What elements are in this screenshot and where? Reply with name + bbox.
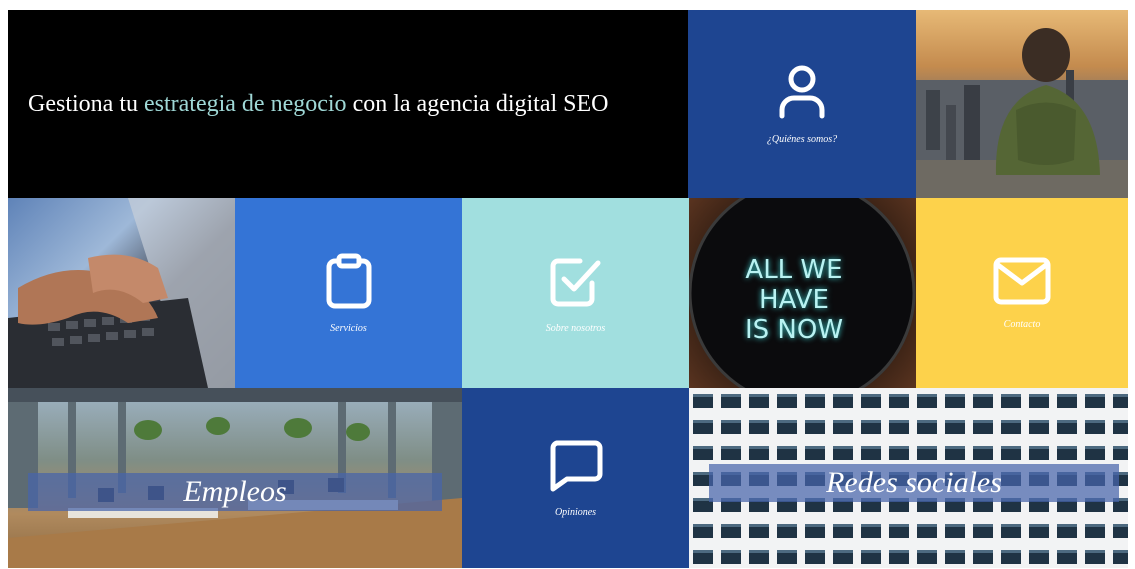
mail-icon [993,257,1051,305]
redes-caption-bar: Redes sociales [709,464,1119,502]
clipboard-icon [324,253,374,309]
man-cityscape-photo [916,10,1128,198]
tile-label-contacto: Contacto [1003,318,1041,330]
laptop-typing-photo [8,198,235,388]
tile-label-servicios: Servicios [330,322,367,334]
user-icon [777,64,827,120]
tile-contacto[interactable]: Contacto [916,198,1128,388]
tile-grid: Gestiona tu estrategia de negocio con la… [8,10,1128,568]
checkbox-icon [548,253,604,309]
laptop-typing-illustration [8,198,235,388]
neon-line-3: IS NOW [745,315,843,345]
tile-sobre-nosotros[interactable]: Sobre nosotros [462,198,689,388]
tile-empleos[interactable]: Empleos [8,388,462,568]
neon-line-1: ALL WE [745,255,842,285]
hero-title: Gestiona tu estrategia de negocio con la… [28,90,668,118]
man-cityscape-illustration [916,28,1128,198]
tile-label-sobre: Sobre nosotros [545,322,606,334]
chat-bubble-icon [549,439,603,493]
tile-servicios[interactable]: Servicios [235,198,462,388]
tile-label-redes: Redes sociales [826,466,1002,499]
tile-opiniones[interactable]: Opiniones [462,388,689,568]
tile-label-opiniones: Opiniones [554,506,597,518]
neon-sign-photo: ALL WE HAVE IS NOW [689,198,916,388]
empleos-caption-bar: Empleos [28,473,442,511]
tile-quienes-somos[interactable]: ¿Quiénes somos? [688,10,916,198]
neon-line-2: HAVE [759,285,829,315]
tile-redes-sociales[interactable]: Redes sociales [689,388,1128,568]
hero-title-end: con la agencia digital SEO [346,91,609,117]
tile-label-empleos: Empleos [183,475,287,508]
tile-label-quienes: ¿Quiénes somos? [766,133,838,145]
hero-title-start: Gestiona tu [28,91,144,117]
hero-title-accent: estrategia de negocio [143,91,347,117]
hero-banner: Gestiona tu estrategia de negocio con la… [8,10,688,198]
neon-sign-illustration: ALL WE HAVE IS NOW [689,198,916,388]
